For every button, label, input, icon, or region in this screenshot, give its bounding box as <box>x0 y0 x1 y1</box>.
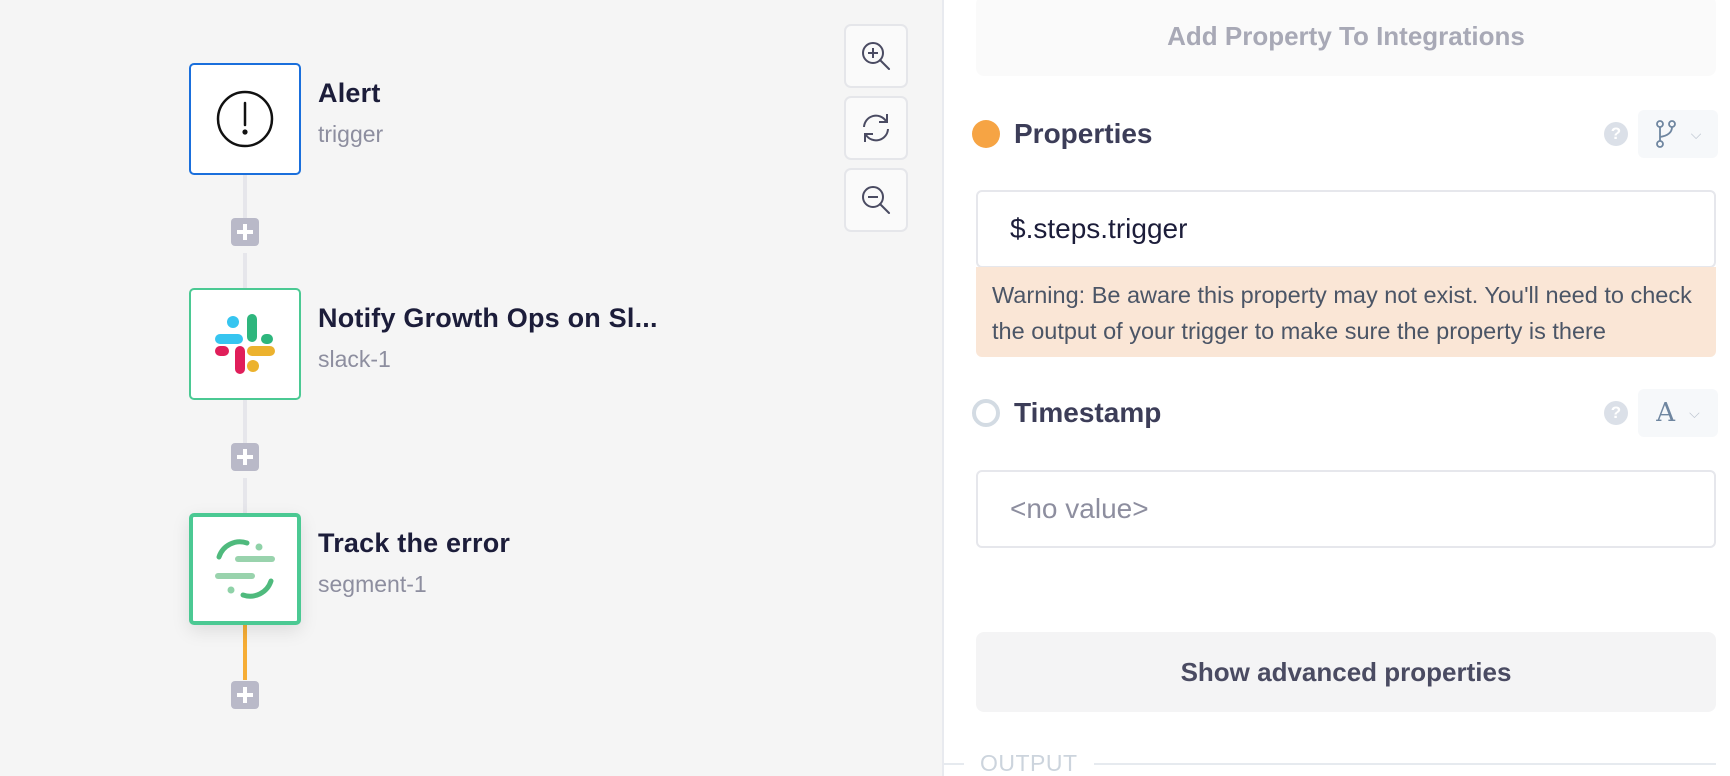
add-step-button[interactable] <box>231 218 259 246</box>
plus-icon <box>237 224 253 240</box>
value-type-select[interactable]: ⌵ <box>1638 110 1718 158</box>
zoom-controls <box>844 24 908 240</box>
alert-circle-icon <box>216 90 274 148</box>
node-title: Track the error <box>318 528 511 558</box>
divider-line <box>1094 763 1716 765</box>
output-section-header: OUTPUT <box>944 750 1730 776</box>
workflow-node-slack[interactable] <box>189 288 301 400</box>
text-type-icon: A <box>1656 398 1676 428</box>
node-label: Notify Growth Ops on Sl... slack-1 <box>318 303 658 373</box>
node-title: Notify Growth Ops on Sl... <box>318 303 658 333</box>
active-connector-line <box>243 625 247 680</box>
property-row-properties: Properties ? ⌵ <box>972 109 1718 159</box>
property-warning: Warning: Be aware this property may not … <box>976 267 1716 357</box>
node-subtitle: segment-1 <box>318 571 427 597</box>
zoom-in-button[interactable] <box>844 24 908 88</box>
node-subtitle: slack-1 <box>318 346 391 372</box>
status-dot-filled <box>972 120 1000 148</box>
connector-line <box>243 253 247 288</box>
property-label: Properties <box>1014 118 1153 149</box>
property-label: Timestamp <box>1014 397 1162 428</box>
branch-icon <box>1655 120 1676 148</box>
divider-line <box>944 763 964 765</box>
node-label: Track the error segment-1 <box>318 528 510 598</box>
node-subtitle: trigger <box>318 121 384 147</box>
timestamp-input[interactable]: <no value> <box>976 470 1716 548</box>
show-advanced-properties-button[interactable]: Show advanced properties <box>976 632 1716 712</box>
properties-input[interactable]: $.steps.trigger <box>976 190 1716 268</box>
workflow-canvas[interactable]: Alert trigger Notify Growth Ops on Sl...… <box>0 0 942 776</box>
segment-logo-icon <box>215 539 275 599</box>
reset-view-button[interactable] <box>844 96 908 160</box>
slack-logo-icon <box>215 314 275 374</box>
zoom-in-icon <box>862 42 890 70</box>
chevron-down-icon: ⌵ <box>1689 404 1700 421</box>
help-icon[interactable]: ? <box>1604 401 1628 425</box>
connector-line <box>243 174 247 218</box>
plus-icon <box>237 687 253 703</box>
value-type-select[interactable]: A ⌵ <box>1638 389 1718 437</box>
help-icon[interactable]: ? <box>1604 122 1628 146</box>
workflow-node-segment[interactable] <box>189 513 301 625</box>
add-step-button[interactable] <box>231 681 259 709</box>
node-title: Alert <box>318 78 381 108</box>
plus-icon <box>237 449 253 465</box>
zoom-out-icon <box>862 186 890 214</box>
property-row-timestamp: Timestamp ? A ⌵ <box>972 388 1718 438</box>
connector-line <box>243 478 247 513</box>
zoom-out-button[interactable] <box>844 168 908 232</box>
add-property-button[interactable]: Add Property To Integrations <box>976 0 1716 76</box>
property-actions: ? A ⌵ <box>1604 389 1718 437</box>
property-actions: ? ⌵ <box>1604 110 1718 158</box>
chevron-down-icon: ⌵ <box>1690 125 1702 142</box>
refresh-icon <box>863 114 889 142</box>
output-label: OUTPUT <box>980 750 1078 776</box>
add-step-button[interactable] <box>231 443 259 471</box>
node-label: Alert trigger <box>318 78 383 148</box>
connector-line <box>243 400 247 443</box>
step-config-panel: Add Property To Integrations Properties … <box>944 0 1730 776</box>
status-dot-empty <box>972 399 1000 427</box>
workflow-node-alert[interactable] <box>189 63 301 175</box>
